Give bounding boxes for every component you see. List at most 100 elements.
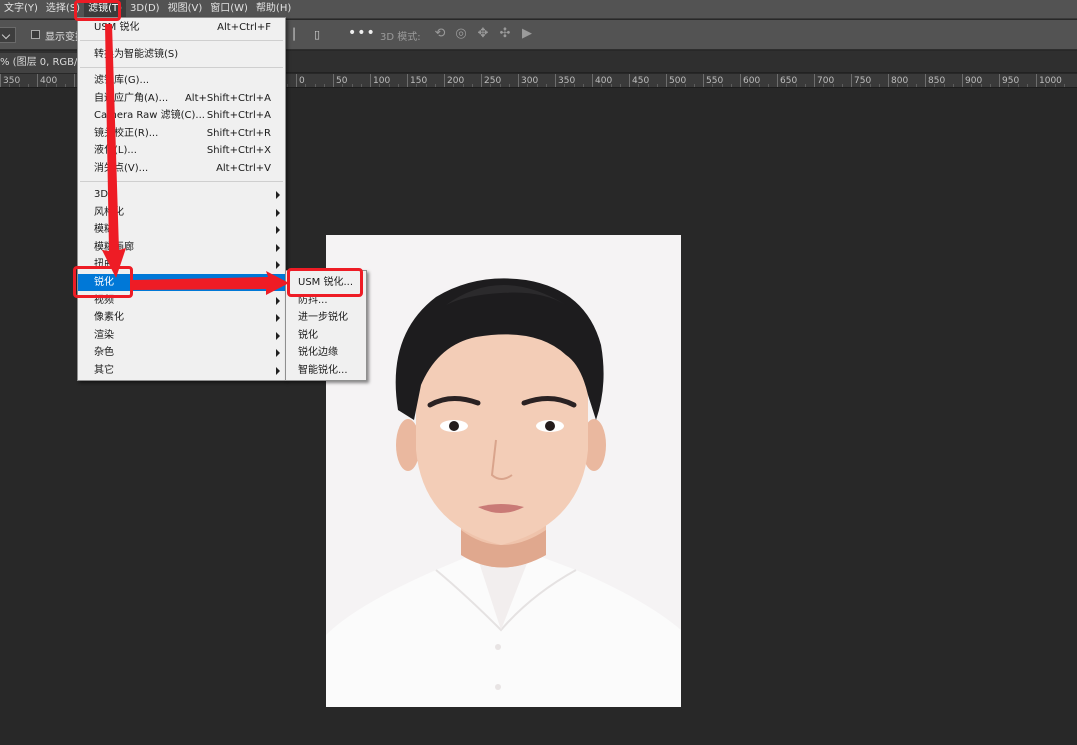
ruler-minor-tick — [952, 84, 954, 87]
submenu-item-smart-sharpen[interactable]: 智能锐化... — [286, 362, 366, 379]
menu-item-lens-correction[interactable]: 镜头校正(R)... Shift+Ctrl+R — [78, 125, 285, 142]
ruler-minor-tick — [804, 84, 806, 87]
ruler-minor-tick — [471, 84, 473, 87]
ruler-minor-tick — [619, 84, 621, 87]
ruler-minor-tick — [730, 84, 732, 87]
ruler-minor-tick — [601, 84, 603, 87]
menu-item-liquify[interactable]: 液化(L)... Shift+Ctrl+X — [78, 142, 285, 159]
ruler-minor-tick — [749, 84, 751, 87]
menu-item-adaptive-wide-angle[interactable]: 自适应广角(A)... Alt+Shift+Ctrl+A — [78, 90, 285, 107]
ruler-minor-tick — [758, 84, 760, 87]
ruler-minor-tick — [971, 84, 973, 87]
submenu-arrow-icon — [276, 314, 280, 322]
submenu-arrow-icon — [276, 279, 280, 287]
show-transform-checkbox[interactable] — [31, 30, 40, 39]
tool-preset-dropdown[interactable] — [0, 27, 16, 43]
ruler-minor-tick — [841, 84, 843, 87]
menu-item-blur[interactable]: 模糊 — [78, 221, 285, 238]
menu-3d[interactable]: 3D(D) — [126, 0, 164, 19]
ruler-minor-tick — [647, 84, 649, 87]
submenu-item-sharpen-edges[interactable]: 锐化边缘 — [286, 344, 366, 361]
ruler-minor-tick — [351, 84, 353, 87]
ruler-minor-tick — [573, 84, 575, 87]
submenu-arrow-icon — [276, 209, 280, 217]
menu-item-filter-gallery[interactable]: 滤镜库(G)... — [78, 72, 285, 89]
menu-view[interactable]: 视图(V) — [164, 0, 207, 19]
ruler-minor-tick — [684, 84, 686, 87]
ruler-minor-tick — [397, 84, 399, 87]
ruler-minor-tick — [55, 84, 57, 87]
submenu-arrow-icon — [276, 332, 280, 340]
orbit-3d-icon[interactable]: ⟲ — [432, 26, 448, 42]
ruler-minor-tick — [767, 84, 769, 87]
menu-help[interactable]: 帮助(H) — [252, 0, 295, 19]
ruler-minor-tick — [1017, 84, 1019, 87]
drag-3d-icon[interactable]: ✥ — [475, 26, 491, 42]
ruler-minor-tick — [638, 84, 640, 87]
3d-mode-label: 3D 模式: — [380, 32, 421, 43]
ruler-minor-tick — [1054, 84, 1056, 87]
menu-item-camera-raw[interactable]: Camera Raw 滤镜(C)... Shift+Ctrl+A — [78, 107, 285, 124]
ruler-minor-tick — [1063, 84, 1065, 87]
menu-separator — [80, 67, 283, 68]
align-icon[interactable]: ▯ — [314, 28, 320, 42]
ruler-minor-tick — [323, 84, 325, 87]
ruler-minor-tick — [434, 84, 436, 87]
ruler-minor-tick — [536, 84, 538, 87]
ruler-minor-tick — [656, 84, 658, 87]
ruler-minor-tick — [379, 84, 381, 87]
ruler-minor-tick — [46, 84, 48, 87]
ruler-minor-tick — [425, 84, 427, 87]
ruler-minor-tick — [545, 84, 547, 87]
submenu-arrow-icon — [276, 261, 280, 269]
submenu-arrow-icon — [276, 349, 280, 357]
ruler-minor-tick — [915, 84, 917, 87]
menu-item-pixelate[interactable]: 像素化 — [78, 309, 285, 326]
camera-3d-icon[interactable]: ▶ — [519, 26, 535, 42]
menu-item-vanishing-point[interactable]: 消失点(V)... Alt+Ctrl+V — [78, 160, 285, 177]
ruler-minor-tick — [832, 84, 834, 87]
submenu-item-sharpen[interactable]: 锐化 — [286, 327, 366, 344]
ruler-minor-tick — [906, 84, 908, 87]
ruler-minor-tick — [1008, 84, 1010, 87]
ruler-minor-tick — [360, 84, 362, 87]
ruler-minor-tick — [869, 84, 871, 87]
menu-separator — [80, 40, 283, 41]
menu-item-convert-smart[interactable]: 转换为智能滤镜(S) — [78, 46, 285, 63]
slide-3d-icon[interactable]: ✣ — [497, 26, 513, 42]
roll-3d-icon[interactable]: ◎ — [453, 26, 469, 42]
menu-item-blur-gallery[interactable]: 模糊画廊 — [78, 239, 285, 256]
ruler-minor-tick — [416, 84, 418, 87]
annotation-box-unsharp-mask — [287, 268, 363, 297]
annotation-box-filter-menu — [74, 0, 121, 21]
ruler-minor-tick — [693, 84, 695, 87]
ruler-minor-tick — [1045, 84, 1047, 87]
ruler-minor-tick — [314, 84, 316, 87]
ruler-minor-tick — [27, 84, 29, 87]
ruler-minor-tick — [453, 84, 455, 87]
ruler-minor-tick — [786, 84, 788, 87]
more-options-button[interactable]: ••• — [348, 25, 376, 41]
ruler-minor-tick — [860, 84, 862, 87]
portrait-photo — [326, 235, 681, 707]
ruler-minor-tick — [943, 84, 945, 87]
distribute-icon[interactable]: ▕ — [286, 28, 294, 42]
menu-item-last-filter[interactable]: USM 锐化 Alt+Ctrl+F — [78, 19, 285, 36]
ruler-minor-tick — [490, 84, 492, 87]
menu-item-render[interactable]: 渲染 — [78, 327, 285, 344]
ruler-minor-tick — [989, 84, 991, 87]
menu-window[interactable]: 窗口(W) — [206, 0, 252, 19]
ruler-minor-tick — [286, 84, 288, 87]
menu-item-stylize[interactable]: 风格化 — [78, 204, 285, 221]
ruler-minor-tick — [897, 84, 899, 87]
submenu-item-sharpen-more[interactable]: 进一步锐化 — [286, 309, 366, 326]
menu-item-noise[interactable]: 杂色 — [78, 344, 285, 361]
menu-type[interactable]: 文字(Y) — [0, 0, 42, 19]
menu-item-3d[interactable]: 3D — [78, 186, 285, 203]
ruler-minor-tick — [499, 84, 501, 87]
filter-menu: USM 锐化 Alt+Ctrl+F 转换为智能滤镜(S) 滤镜库(G)... 自… — [77, 17, 286, 381]
ruler-minor-tick — [980, 84, 982, 87]
menu-item-other[interactable]: 其它 — [78, 362, 285, 379]
ruler-minor-tick — [721, 84, 723, 87]
ruler-minor-tick — [823, 84, 825, 87]
